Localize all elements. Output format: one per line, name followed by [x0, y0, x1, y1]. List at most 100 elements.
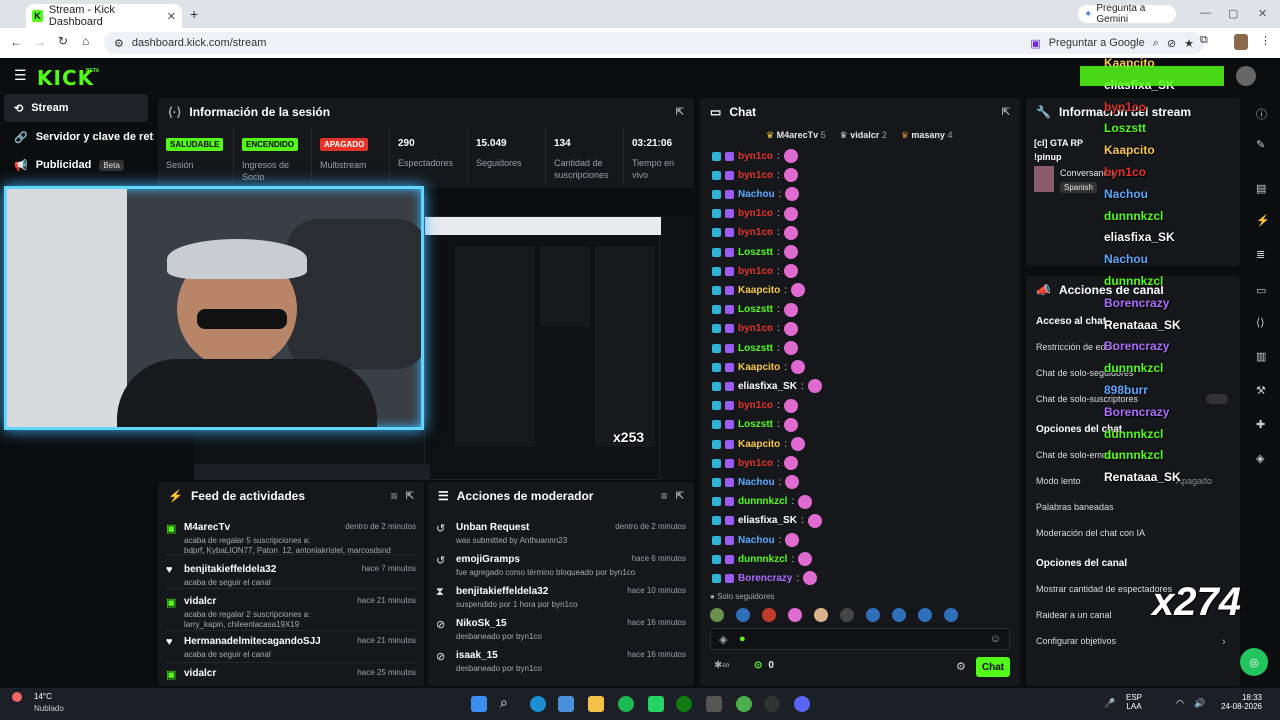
chat-username[interactable]: byn1co [738, 151, 773, 162]
clock[interactable]: 18:33 24-08-2026 [1218, 693, 1262, 711]
chat-username[interactable]: Nachou [738, 477, 775, 488]
chat-message[interactable]: byn1co: [712, 206, 798, 222]
volume-icon[interactable]: 🔊 [1194, 698, 1205, 709]
windows-start-icon[interactable] [471, 696, 487, 712]
extensions-icon[interactable]: ⧉ [1200, 34, 1208, 47]
popout-icon[interactable]: ⇱ [676, 491, 684, 502]
chat-message[interactable]: Loszstt: [712, 417, 798, 433]
wifi-icon[interactable]: ◠ [1176, 698, 1184, 709]
chat-message[interactable]: Kaapcito: [712, 436, 806, 452]
wrench-rail-icon[interactable]: ⚒ [1256, 384, 1266, 397]
chat-message[interactable]: Nachou: [712, 186, 800, 202]
gifter-2[interactable]: ♛ vidalcr 2 [840, 130, 887, 144]
bolt-rail-icon[interactable]: ⚡ [1256, 214, 1270, 227]
chat-message[interactable]: eliasfixa_SK: [712, 378, 822, 394]
chat-username[interactable]: Loszstt [738, 419, 773, 430]
chat-username[interactable]: byn1co [738, 400, 773, 411]
chat-username[interactable]: Kaapcito [738, 439, 780, 450]
chat-message[interactable]: byn1co: [712, 148, 798, 164]
emote-icon[interactable] [840, 608, 854, 622]
chat-username[interactable]: Loszstt [738, 343, 773, 354]
support-button[interactable]: ◎ [1240, 648, 1268, 676]
bookmark-star-icon[interactable]: ★ [1184, 37, 1194, 50]
popout-icon[interactable]: ⇱ [406, 491, 414, 502]
chat-username[interactable]: Kaapcito [738, 362, 780, 373]
server-rail-icon[interactable]: ▥ [1256, 350, 1266, 363]
layout-icon[interactable]: ▤ [1256, 182, 1266, 195]
weather-temp[interactable]: 14°C [34, 692, 52, 701]
mic-icon[interactable]: 🎤 [1104, 698, 1115, 709]
language-indicator[interactable]: ESP LAA [1126, 693, 1142, 711]
filter-icon[interactable]: ≡ [661, 489, 668, 503]
gift-options-icon[interactable]: ✱∞ [714, 660, 730, 671]
reload-icon[interactable]: ↻ [58, 34, 68, 48]
emote-icon[interactable] [866, 608, 880, 622]
popout-icon[interactable]: ⇱ [676, 107, 684, 118]
menu-dots-icon[interactable]: ⋮ [1260, 34, 1271, 47]
chat-message[interactable]: byn1co: [712, 398, 798, 414]
store-icon[interactable] [558, 696, 574, 712]
zoom-icon[interactable]: ⌕ [1153, 37, 1159, 50]
whatsapp-icon[interactable] [648, 696, 664, 712]
emoji-icon[interactable]: ☺ [990, 633, 1001, 645]
chat-username[interactable]: eliasfixa_SK [738, 381, 797, 392]
emote-icon[interactable] [762, 608, 776, 622]
chat-username[interactable]: byn1co [738, 458, 773, 469]
sidebar-item-stream[interactable]: ⟲ Stream [4, 94, 148, 122]
emote-icon[interactable] [944, 608, 958, 622]
site-info-icon[interactable]: ⚙ [114, 37, 124, 50]
chat-username[interactable]: Nachou [738, 535, 775, 546]
sidebar-item-ads[interactable]: 📢 Publicidad Beta [4, 152, 148, 178]
chat-username[interactable]: Borencrazy [738, 573, 792, 584]
chat-message[interactable]: dunnnkzcl: [712, 494, 813, 510]
chat-message[interactable]: byn1co: [712, 225, 798, 241]
spotify-icon[interactable] [618, 696, 634, 712]
edit-icon[interactable]: ✎ [1256, 138, 1265, 151]
emote-icon[interactable] [788, 608, 802, 622]
emote-icon[interactable] [736, 608, 750, 622]
option-ai-moderation[interactable]: Moderación del chat con IA [1036, 528, 1145, 538]
edge-icon[interactable] [530, 696, 546, 712]
chat-rail-icon[interactable]: ▭ [1256, 284, 1266, 297]
filter-icon[interactable]: ≡ [391, 489, 398, 503]
list-rail-icon[interactable]: ≣ [1256, 248, 1265, 261]
chat-message[interactable]: Loszstt: [712, 302, 798, 318]
eye-off-icon[interactable]: ⊘ [1167, 37, 1176, 50]
gifter-1[interactable]: ♛ M4arecTv 5 [766, 130, 826, 144]
chat-message[interactable]: Loszstt: [712, 340, 798, 356]
chat-message[interactable]: eliasfixa_SK: [712, 513, 822, 529]
chat-username[interactable]: dunnnkzcl [738, 554, 787, 565]
chat-username[interactable]: byn1co [738, 266, 773, 277]
chat-message[interactable]: dunnnkzcl: [712, 551, 813, 567]
chat-username[interactable]: eliasfixa_SK [738, 515, 797, 526]
plus-rail-icon[interactable]: ✚ [1256, 418, 1265, 431]
option-banned-words[interactable]: Palabras baneadas [1036, 502, 1114, 512]
hamburger-menu-icon[interactable]: ☰ [14, 67, 27, 84]
chat-message[interactable]: Borencrazy: [712, 570, 818, 586]
chat-message[interactable]: byn1co: [712, 455, 798, 471]
chat-message[interactable]: Loszstt: [712, 244, 798, 260]
ask-google-button[interactable]: Preguntar a Google [1049, 37, 1145, 49]
emote-icon[interactable] [892, 608, 906, 622]
chat-username[interactable]: byn1co [738, 170, 773, 181]
settings-gear-icon[interactable]: ⚙ [956, 660, 966, 673]
option-slow-mode[interactable]: Modo lento [1036, 476, 1081, 486]
chat-username[interactable]: Kaapcito [738, 285, 780, 296]
kick-emote-icon[interactable]: ● [739, 633, 746, 645]
chat-message[interactable]: Kaapcito: [712, 282, 806, 298]
chat-message[interactable]: Nachou: [712, 474, 800, 490]
chat-username[interactable]: byn1co [738, 227, 773, 238]
obs-icon[interactable] [764, 696, 780, 712]
send-chat-button[interactable]: Chat [976, 657, 1010, 677]
shield-icon[interactable]: ◈ [719, 633, 727, 646]
sidebar-item-server-key[interactable]: 🔗 Servidor y clave de retran [4, 124, 154, 150]
speaker-rail-icon[interactable]: ◈ [1256, 452, 1264, 465]
browser-tab[interactable]: K Stream - Kick Dashboard ✕ [26, 4, 182, 28]
info-icon[interactable]: ⓘ [1256, 106, 1267, 122]
gifter-3[interactable]: ♛ masany 4 [901, 130, 953, 144]
chat-username[interactable]: Loszstt [738, 304, 773, 315]
chat-input[interactable]: ◈ ● ☺ [710, 628, 1010, 650]
chat-message[interactable]: Nachou: [712, 532, 800, 548]
close-tab-icon[interactable]: ✕ [167, 10, 176, 23]
emote-icon[interactable] [814, 608, 828, 622]
